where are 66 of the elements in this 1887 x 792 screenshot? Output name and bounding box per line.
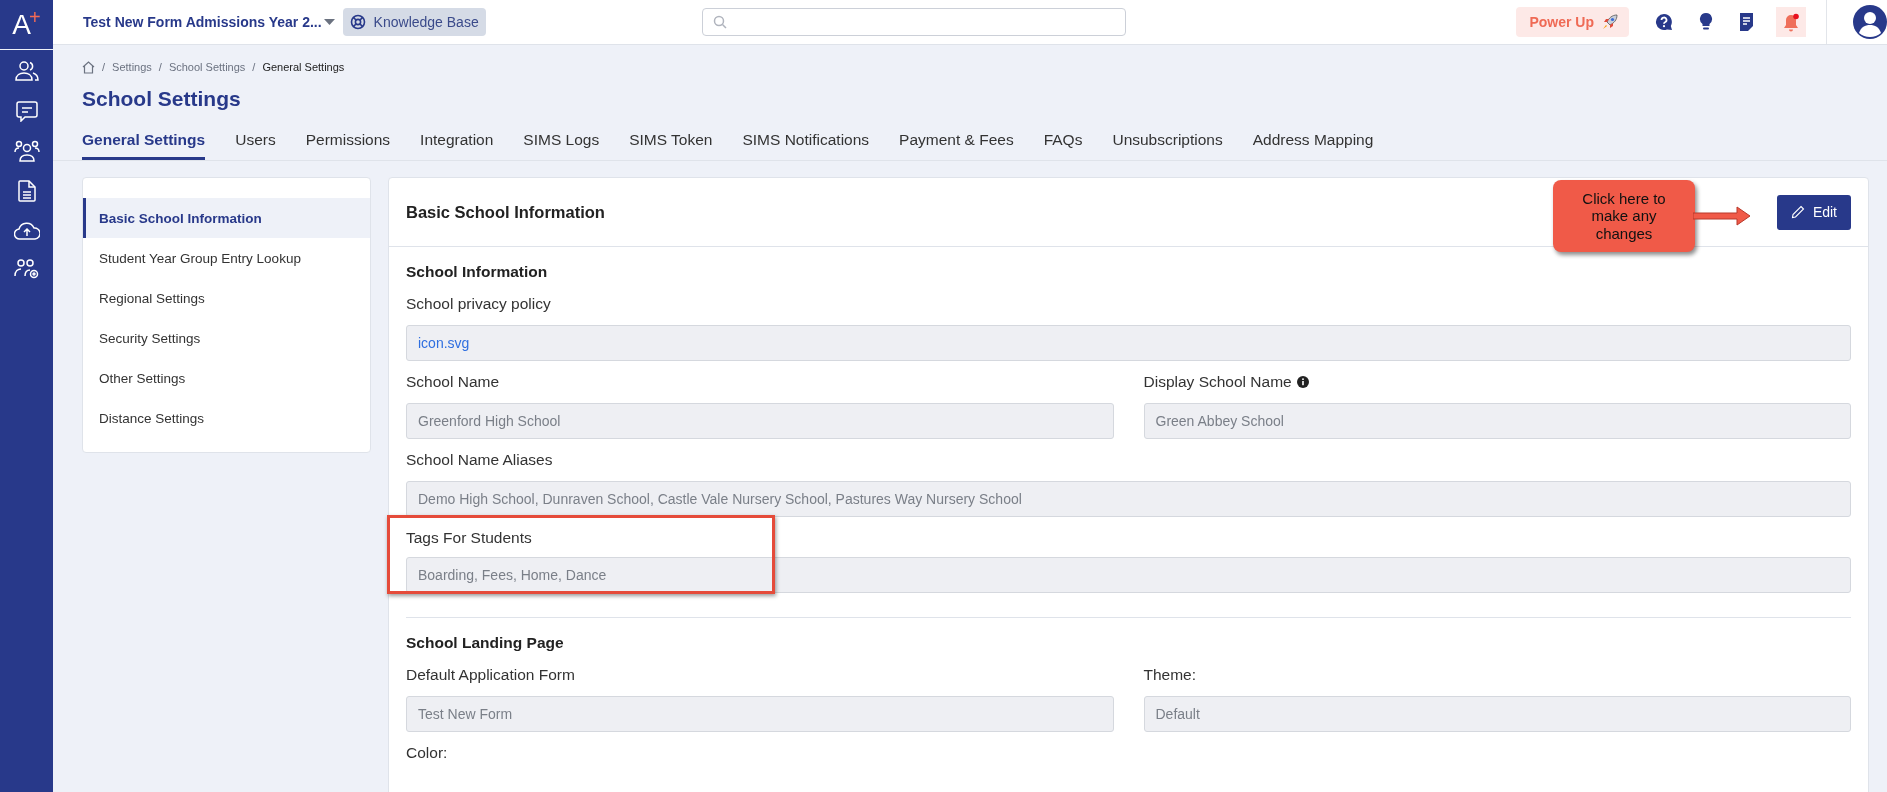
input-field[interactable]: Green Abbey School: [1143, 403, 1851, 439]
group-icon[interactable]: [13, 140, 40, 162]
avatar-icon[interactable]: [1853, 5, 1887, 39]
field-label: Default Application Form: [406, 666, 575, 684]
knowledge-base-button[interactable]: Knowledge Base: [342, 8, 486, 36]
breadcrumb-separator: /: [102, 61, 106, 73]
settings-tab[interactable]: SIMS Token: [629, 121, 713, 160]
lightbulb-icon[interactable]: [1699, 12, 1713, 32]
message-icon[interactable]: [15, 100, 38, 122]
input-field[interactable]: Demo High School, Dunraven School, Castle Vale Nursery School, Pastures Way Nursery School: [406, 481, 1851, 517]
edit-button[interactable]: Edit: [1776, 194, 1851, 230]
search-field[interactable]: [701, 8, 1126, 36]
field-label: School Name: [406, 373, 500, 391]
callout-box: Click here to make any changes: [1553, 180, 1695, 252]
input-field[interactable]: icon.svg: [406, 325, 1851, 361]
search-icon: [712, 15, 727, 29]
field-label: School Name Aliases: [406, 451, 553, 469]
field-label: School privacy policy: [406, 295, 551, 313]
settings-tab[interactable]: FAQs: [1043, 121, 1083, 160]
input-field[interactable]: Boarding, Fees, Home, Dance: [406, 557, 1851, 593]
users-icon[interactable]: [14, 60, 39, 82]
info-icon[interactable]: [1296, 376, 1309, 388]
input-field[interactable]: Greenford High School: [406, 403, 1114, 439]
lifebuoy-icon: [349, 14, 366, 30]
callout-arrow: [1693, 206, 1751, 226]
page-title: School Settings: [82, 87, 242, 112]
notes-icon[interactable]: [1739, 13, 1754, 31]
settings-tab[interactable]: Integration: [420, 121, 494, 160]
settings-tab[interactable]: Users: [235, 121, 276, 160]
settings-menu-item[interactable]: Security Settings: [83, 318, 370, 358]
breadcrumb-link[interactable]: Settings: [112, 61, 152, 73]
field-label: Theme:: [1143, 666, 1197, 684]
rocket-icon: [1601, 13, 1619, 31]
input-field[interactable]: Default: [1143, 696, 1851, 732]
pencil-icon: [1790, 205, 1805, 219]
home-icon[interactable]: [82, 60, 95, 74]
section-title: School Landing Page: [406, 634, 565, 652]
user-settings-icon[interactable]: [13, 258, 40, 280]
panel-title: Basic School Information: [406, 202, 605, 222]
settings-tab[interactable]: Address Mapping: [1252, 121, 1374, 160]
settings-tab[interactable]: Unsubscriptions: [1112, 121, 1223, 160]
workspace-selector[interactable]: Test New Form Admissions Year 2...: [83, 14, 335, 30]
field-label: Tags For Students: [406, 529, 532, 547]
settings-tab[interactable]: SIMS Logs: [523, 121, 600, 160]
settings-tab[interactable]: General Settings: [82, 121, 206, 160]
notification-button[interactable]: [1776, 7, 1806, 37]
field-label: Display School Name: [1143, 373, 1292, 391]
breadcrumb-link[interactable]: School Settings: [168, 61, 246, 73]
settings-tab[interactable]: Permissions: [305, 121, 391, 160]
settings-menu-item[interactable]: Distance Settings: [83, 398, 370, 438]
bell-icon: [1782, 12, 1800, 32]
input-field[interactable]: Test New Form: [406, 696, 1114, 732]
settings-tab[interactable]: SIMS Notifications: [742, 121, 870, 160]
help-icon[interactable]: [1655, 13, 1673, 31]
field-label: Color:: [406, 744, 448, 762]
settings-menu-item[interactable]: Regional Settings: [83, 278, 370, 318]
breadcrumb-separator: /: [158, 61, 162, 73]
caret-icon: [323, 19, 335, 25]
section-title: School Information: [406, 263, 549, 281]
settings-menu-item[interactable]: Basic School Information: [83, 198, 370, 238]
settings-tab[interactable]: Payment & Fees: [899, 121, 1014, 160]
cloud-upload-icon[interactable]: [13, 220, 40, 240]
settings-menu-item[interactable]: Other Settings: [83, 358, 370, 398]
settings-menu-item[interactable]: Student Year Group Entry Lookup: [83, 238, 370, 278]
breadcrumb-separator: /: [252, 61, 256, 73]
document-icon[interactable]: [17, 180, 36, 202]
